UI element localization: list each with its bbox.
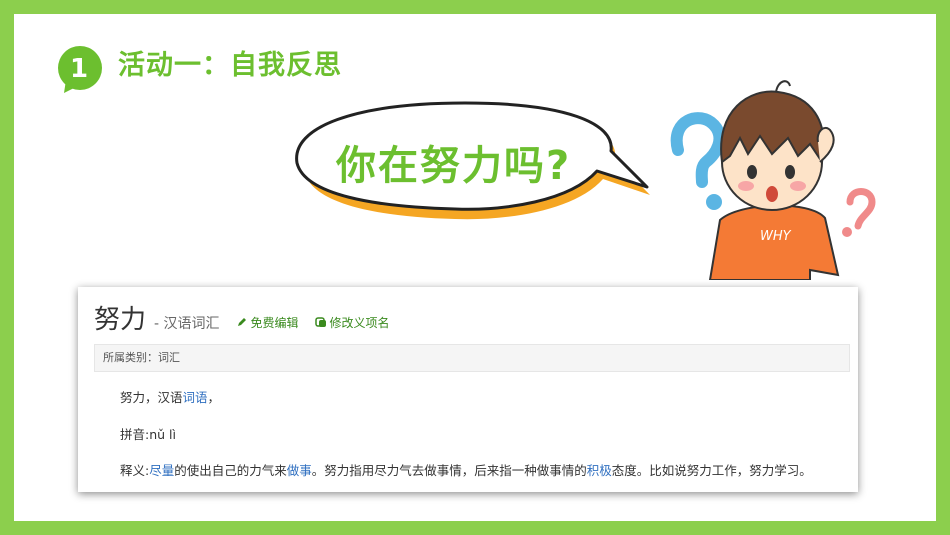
line3-mid1: 的使出自己的力气来 <box>174 463 287 478</box>
section-number: 1 <box>69 54 89 84</box>
category-bar: 所属类别：词汇 <box>94 344 850 372</box>
dictionary-card: 努力 - 汉语词汇 免费编辑 修改义项名 所属类别：词汇 努力，汉语词语， 拼音… <box>78 287 858 492</box>
link-ciyu[interactable]: 词语 <box>183 390 208 405</box>
rename-label: 修改义项名 <box>329 315 390 330</box>
pinyin-line: 拼音:nǔ lì <box>120 427 176 442</box>
entry-word: 努力 <box>94 305 147 335</box>
shirt-text: WHY <box>760 229 792 244</box>
line3-suffix: 态度。比如说努力工作，努力学习。 <box>611 463 812 478</box>
entry-subtitle: - 汉语词汇 <box>154 316 220 332</box>
edit-link[interactable]: 免费编辑 <box>236 314 299 331</box>
bubble-text: 你在努力吗? <box>336 143 572 189</box>
definition-line-1: 努力，汉语词语， <box>120 387 220 406</box>
definition-line-3: 释义:尽量的使出自己的力气来做事。努力指用尽力气去做事情，后来指一种做事情的积极… <box>120 460 812 479</box>
rename-link[interactable]: 修改义项名 <box>314 314 390 331</box>
section-title: 活动一：自我反思 <box>118 50 342 81</box>
line1-suffix: ， <box>207 390 221 405</box>
edit-label: 免费编辑 <box>250 315 299 330</box>
rename-icon <box>314 317 326 327</box>
link-jinliang[interactable]: 尽量 <box>149 463 174 478</box>
line1-prefix: 努力，汉语 <box>120 390 183 405</box>
question-mark-blue-icon <box>670 112 726 210</box>
link-jiji[interactable]: 积极 <box>587 463 612 478</box>
entry-header: 努力 - 汉语词汇 免费编辑 修改义项名 <box>94 299 390 335</box>
line3-mid2: 。努力指用尽力气去做事情，后来指一种做事情的 <box>311 463 587 478</box>
line3-prefix: 释义: <box>120 463 150 478</box>
pencil-icon <box>237 318 246 326</box>
confused-kid-illustration: WHY <box>670 80 876 280</box>
link-zuoshi[interactable]: 做事 <box>287 463 312 478</box>
question-mark-pink-icon <box>842 188 876 237</box>
